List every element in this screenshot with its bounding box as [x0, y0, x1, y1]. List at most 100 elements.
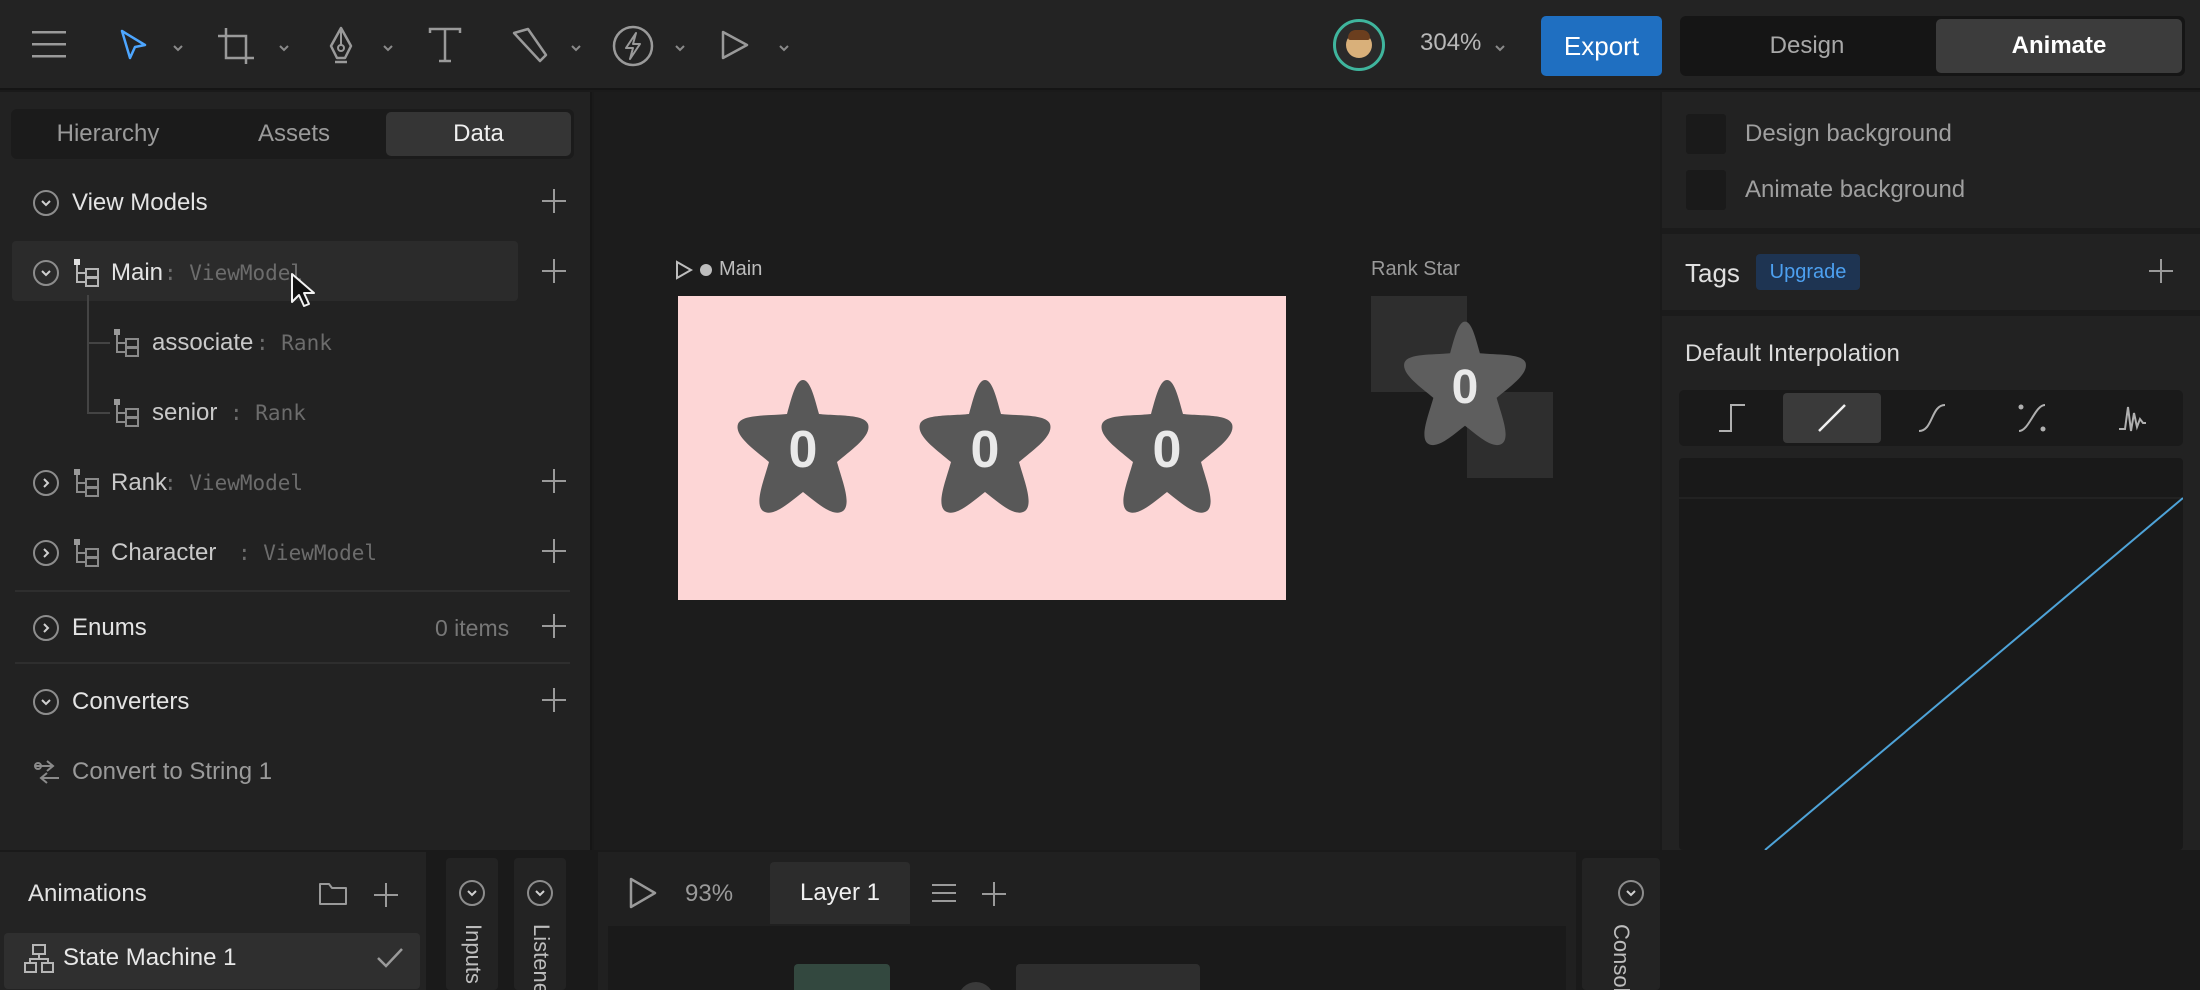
animate-background-swatch[interactable]	[1686, 170, 1726, 210]
enums-label: Enums	[72, 614, 147, 641]
state-graph-area[interactable]	[608, 926, 1566, 990]
star-2-value: 0	[970, 421, 1000, 479]
listeners-collapse-chevron-icon[interactable]	[527, 880, 553, 906]
main-artboard-title[interactable]: Main	[675, 258, 762, 281]
add-layer-icon[interactable]	[981, 881, 1007, 912]
rank-star-3[interactable]: 0	[1092, 374, 1242, 518]
add-animation-icon[interactable]	[373, 882, 399, 913]
animate-background-label: Animate background	[1745, 176, 1966, 203]
user-avatar[interactable]	[1333, 19, 1385, 71]
property-row-associate[interactable]: associate : Rank	[0, 318, 592, 368]
interpolation-curve-preview	[1679, 458, 2183, 850]
layers-list-icon[interactable]	[931, 882, 957, 909]
mouse-cursor-icon	[290, 272, 316, 313]
shape-tool-chevron-icon[interactable]	[570, 40, 582, 58]
pen-tool-icon[interactable]	[323, 26, 359, 66]
folder-icon[interactable]	[318, 880, 348, 911]
play-timeline-icon[interactable]	[628, 876, 658, 915]
checkmark-icon	[376, 946, 404, 975]
rank-view-model-name: Rank	[111, 469, 168, 496]
text-tool-icon[interactable]	[427, 27, 463, 63]
upgrade-badge[interactable]: Upgrade	[1756, 254, 1860, 290]
frame-tool-icon[interactable]	[216, 26, 256, 66]
rank-star-artboard[interactable]: 0	[1371, 296, 1553, 478]
cubic-interpolation-icon[interactable]	[1883, 393, 1981, 443]
inputs-label: Inputs	[461, 924, 486, 984]
layer-tab[interactable]: Layer 1	[770, 862, 910, 924]
main-artboard-label: Main	[719, 258, 763, 280]
default-interpolation-label: Default Interpolation	[1685, 340, 1900, 367]
add-property-character-icon[interactable]	[541, 538, 567, 569]
property-row-senior[interactable]: senior : Rank	[0, 388, 592, 438]
add-property-main-icon[interactable]	[541, 258, 567, 289]
expand-rank-chevron-icon[interactable]	[33, 470, 59, 496]
listeners-label: Listeners	[529, 924, 554, 990]
bolt-tool-chevron-icon[interactable]	[674, 40, 686, 58]
state-node[interactable]	[1016, 964, 1200, 990]
linear-interpolation-icon[interactable]	[1783, 393, 1881, 443]
animate-mode-tab[interactable]: Animate	[1936, 19, 2182, 73]
rank-star-1[interactable]: 0	[728, 374, 878, 518]
enums-header[interactable]: Enums 0 items	[0, 603, 592, 653]
rank-star-component-value: 0	[1451, 360, 1479, 414]
entry-state-node[interactable]	[794, 964, 890, 990]
collapse-chevron-icon[interactable]	[33, 190, 59, 216]
console-collapse-chevron-icon[interactable]	[1618, 880, 1644, 906]
view-model-row-character[interactable]: Character : ViewModel	[0, 528, 592, 578]
converters-header[interactable]: Converters	[0, 677, 592, 727]
view-models-label: View Models	[72, 189, 208, 216]
converter-item[interactable]: Convert to String 1	[0, 747, 592, 797]
custom-cubic-interpolation-icon[interactable]	[1983, 393, 2081, 443]
hold-interpolation-icon[interactable]	[1683, 393, 1781, 443]
shape-tool-icon[interactable]	[510, 27, 550, 65]
star-3-value: 0	[1152, 421, 1182, 479]
tab-data[interactable]: Data	[386, 112, 571, 156]
artboard-dot-icon	[700, 263, 712, 276]
animations-label: Animations	[28, 880, 147, 907]
frame-tool-chevron-icon[interactable]	[278, 40, 290, 58]
design-background-swatch[interactable]	[1686, 114, 1726, 154]
collapse-converters-chevron-icon[interactable]	[33, 689, 59, 715]
bolt-tool-icon[interactable]	[612, 25, 654, 67]
timeline-zoom-percent[interactable]: 93%	[685, 880, 733, 908]
expand-enums-chevron-icon[interactable]	[33, 615, 59, 641]
view-model-row-rank[interactable]: Rank : ViewModel	[0, 458, 592, 508]
tab-hierarchy[interactable]: Hierarchy	[14, 109, 202, 159]
expand-character-chevron-icon[interactable]	[33, 540, 59, 566]
design-mode-tab[interactable]: Design	[1682, 18, 1932, 74]
pen-tool-chevron-icon[interactable]	[382, 40, 394, 58]
state-machine-icon	[24, 944, 54, 979]
property-icon	[113, 398, 141, 433]
converter-label: Convert to String 1	[72, 758, 273, 785]
add-converter-icon[interactable]	[541, 687, 567, 718]
play-tool-chevron-icon[interactable]	[778, 40, 790, 58]
rank-star-2[interactable]: 0	[910, 374, 1060, 518]
play-tool-icon[interactable]	[720, 29, 750, 61]
select-tool-chevron-icon[interactable]	[172, 40, 184, 58]
add-enum-icon[interactable]	[541, 613, 567, 644]
transition-dot	[958, 982, 994, 990]
rank-star-artboard-title[interactable]: Rank Star	[1371, 258, 1460, 281]
export-button[interactable]: Export	[1541, 16, 1662, 76]
rank-star-component[interactable]: 0	[1395, 316, 1535, 450]
elastic-interpolation-icon[interactable]	[2083, 393, 2181, 443]
tags-section	[1662, 234, 2200, 310]
view-models-header[interactable]: View Models	[0, 178, 592, 228]
add-tag-icon[interactable]	[2148, 258, 2174, 289]
zoom-level[interactable]: 304%	[1420, 29, 1481, 57]
star-1-value: 0	[788, 421, 818, 479]
expand-main-chevron-icon[interactable]	[33, 260, 59, 286]
background-section	[1662, 92, 2200, 228]
add-property-rank-icon[interactable]	[541, 468, 567, 499]
inputs-collapse-chevron-icon[interactable]	[459, 880, 485, 906]
hamburger-menu-icon[interactable]	[32, 29, 66, 59]
view-model-icon	[73, 468, 101, 503]
tab-assets[interactable]: Assets	[200, 109, 388, 159]
select-tool-icon[interactable]	[118, 28, 150, 62]
main-artboard[interactable]: 0 0 0	[678, 296, 1286, 600]
design-background-label: Design background	[1745, 120, 1952, 147]
play-artboard-icon[interactable]	[675, 259, 693, 280]
avatar-face-icon	[1346, 30, 1372, 58]
zoom-chevron-icon[interactable]	[1494, 40, 1506, 58]
add-view-model-icon[interactable]	[541, 188, 567, 219]
